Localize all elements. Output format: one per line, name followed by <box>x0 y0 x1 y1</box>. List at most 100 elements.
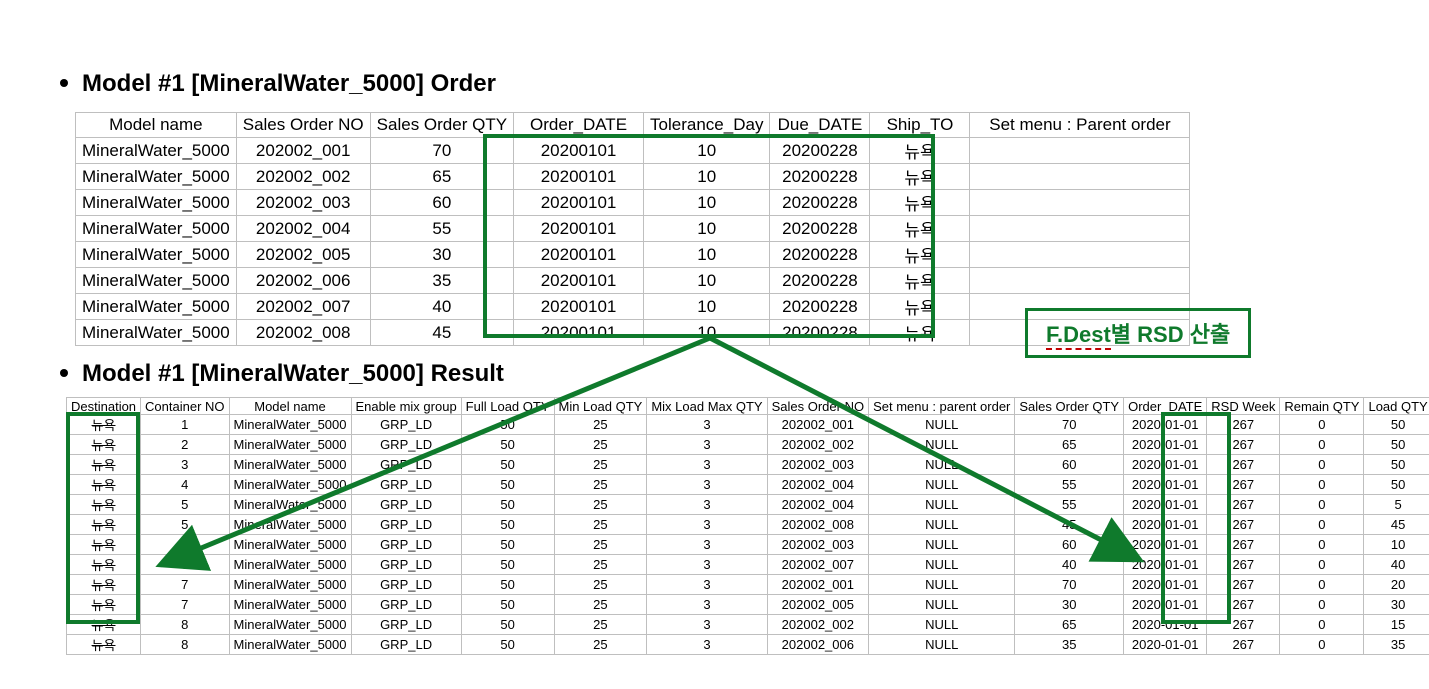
result-cell: 45 <box>1015 515 1124 535</box>
result-cell: 7 <box>141 595 229 615</box>
section-title-order: Model #1 [MineralWater_5000] Order <box>60 70 496 98</box>
result-cell: 202002_004 <box>767 495 868 515</box>
result-cell: 뉴욕 <box>67 615 141 635</box>
result-cell: 50 <box>461 635 554 655</box>
order-cell: 202002_007 <box>236 294 370 320</box>
result-cell: 0 <box>1280 515 1364 535</box>
result-cell: 50 <box>1364 435 1429 455</box>
result-cell: 30 <box>1364 595 1429 615</box>
result-cell: 202002_002 <box>767 615 868 635</box>
result-cell: NULL <box>869 475 1015 495</box>
result-cell: GRP_LD <box>351 615 461 635</box>
result-cell: 0 <box>1280 415 1364 435</box>
result-cell: 2020-01-01 <box>1124 435 1207 455</box>
result-cell: MineralWater_5000 <box>229 575 351 595</box>
result-cell: 60 <box>1015 535 1124 555</box>
result-cell: 뉴욕 <box>67 475 141 495</box>
result-cell: 202002_005 <box>767 595 868 615</box>
section-title-result-text: Model #1 [MineralWater_5000] Result <box>82 360 504 387</box>
result-cell: 30 <box>1015 595 1124 615</box>
table-row: MineralWater_5000202002_0045520200101102… <box>76 216 1190 242</box>
order-cell: 뉴욕 <box>870 216 970 242</box>
result-cell: 뉴욕 <box>67 435 141 455</box>
order-cell: 45 <box>370 320 513 346</box>
result-cell: 50 <box>461 515 554 535</box>
result-cell: 뉴욕 <box>67 535 141 555</box>
result-cell: 뉴욕 <box>67 515 141 535</box>
order-cell: 10 <box>644 138 770 164</box>
result-cell: 3 <box>647 635 767 655</box>
result-th: Enable mix group <box>351 398 461 415</box>
result-cell: 267 <box>1207 435 1280 455</box>
result-cell: 3 <box>141 455 229 475</box>
result-cell: 50 <box>1364 475 1429 495</box>
order-cell: 뉴욕 <box>870 242 970 268</box>
result-cell: 50 <box>461 415 554 435</box>
result-cell: 50 <box>461 615 554 635</box>
result-cell: 3 <box>647 575 767 595</box>
result-cell: 2020-01-01 <box>1124 615 1207 635</box>
order-cell: 뉴욕 <box>870 320 970 346</box>
result-cell: 3 <box>647 435 767 455</box>
result-cell: 2020-01-01 <box>1124 575 1207 595</box>
order-cell: 20200228 <box>770 320 870 346</box>
result-cell: GRP_LD <box>351 435 461 455</box>
result-cell: 0 <box>1280 575 1364 595</box>
result-cell: 0 <box>1280 555 1364 575</box>
result-cell: MineralWater_5000 <box>229 595 351 615</box>
result-cell: NULL <box>869 635 1015 655</box>
result-cell: 202002_001 <box>767 415 868 435</box>
order-cell: 60 <box>370 190 513 216</box>
result-cell: 267 <box>1207 535 1280 555</box>
result-cell: 25 <box>554 475 647 495</box>
order-cell: 20200101 <box>514 138 644 164</box>
result-cell: 0 <box>1280 475 1364 495</box>
result-cell: 202002_004 <box>767 475 868 495</box>
order-cell: 20200228 <box>770 294 870 320</box>
table-row: 뉴욕8MineralWater_5000GRP_LD50253202002_00… <box>67 615 1429 635</box>
table-row: MineralWater_5000202002_0084520200101102… <box>76 320 1190 346</box>
result-cell: 1 <box>141 415 229 435</box>
result-cell: 3 <box>647 495 767 515</box>
order-cell <box>970 138 1190 164</box>
order-cell: 35 <box>370 268 513 294</box>
order-th: Tolerance_Day <box>644 113 770 138</box>
result-cell: 뉴욕 <box>67 595 141 615</box>
table-row: 뉴욕5MineralWater_5000GRP_LD50253202002_00… <box>67 495 1429 515</box>
table-row: 뉴욕7MineralWater_5000GRP_LD50253202002_00… <box>67 575 1429 595</box>
result-cell: 뉴욕 <box>67 455 141 475</box>
result-th: Load QTY <box>1364 398 1429 415</box>
result-cell: 65 <box>1015 435 1124 455</box>
result-cell: 70 <box>1015 575 1124 595</box>
result-th: Sales Order QTY <box>1015 398 1124 415</box>
result-cell: NULL <box>869 435 1015 455</box>
order-cell: MineralWater_5000 <box>76 268 237 294</box>
order-cell: 10 <box>644 242 770 268</box>
table-row: MineralWater_5000202002_0026520200101102… <box>76 164 1190 190</box>
result-cell: GRP_LD <box>351 495 461 515</box>
order-th: Set menu : Parent order <box>970 113 1190 138</box>
order-cell: 202002_001 <box>236 138 370 164</box>
result-th: Model name <box>229 398 351 415</box>
result-cell: 2020-01-01 <box>1124 515 1207 535</box>
table-row: 뉴욕8MineralWater_5000GRP_LD50253202002_00… <box>67 635 1429 655</box>
result-cell: NULL <box>869 455 1015 475</box>
order-cell: 20200101 <box>514 190 644 216</box>
result-cell: 267 <box>1207 595 1280 615</box>
order-cell: 10 <box>644 268 770 294</box>
order-table-header-row: Model name Sales Order NO Sales Order QT… <box>76 113 1190 138</box>
result-cell: NULL <box>869 515 1015 535</box>
result-cell: 35 <box>1364 635 1429 655</box>
result-th: Sales Order NO <box>767 398 868 415</box>
result-cell: 50 <box>1364 415 1429 435</box>
result-cell: 40 <box>1015 555 1124 575</box>
result-cell: 50 <box>461 555 554 575</box>
order-th: Due_DATE <box>770 113 870 138</box>
result-th: Order_DATE <box>1124 398 1207 415</box>
result-cell: 25 <box>554 595 647 615</box>
result-cell: 55 <box>1015 475 1124 495</box>
result-cell: 202002_007 <box>767 555 868 575</box>
result-cell: 3 <box>647 595 767 615</box>
order-cell: 20200228 <box>770 268 870 294</box>
result-cell: 3 <box>647 555 767 575</box>
